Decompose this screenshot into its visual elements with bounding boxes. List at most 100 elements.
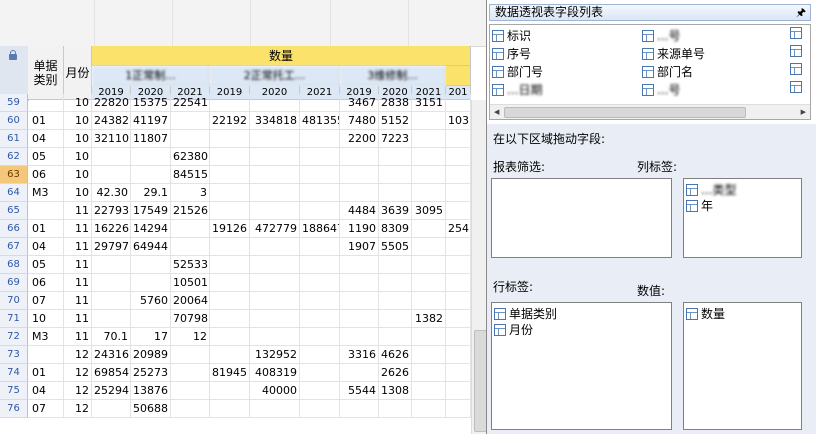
table-cell[interactable]: 04: [28, 130, 64, 148]
row-header[interactable]: 75: [0, 382, 28, 400]
column-item[interactable]: 年: [686, 197, 713, 214]
table-cell[interactable]: 42.30: [92, 184, 131, 202]
table-cell[interactable]: [412, 292, 446, 310]
table-cell[interactable]: [131, 274, 171, 292]
table-cell[interactable]: 04: [28, 382, 64, 400]
table-cell[interactable]: [171, 382, 210, 400]
table-cell[interactable]: [412, 130, 446, 148]
table-cell[interactable]: 64944: [131, 238, 171, 256]
table-cell[interactable]: [92, 148, 131, 166]
table-cell[interactable]: 12: [171, 328, 210, 346]
table-cell[interactable]: [171, 238, 210, 256]
vertical-scrollbar[interactable]: [471, 100, 486, 434]
table-cell[interactable]: [446, 382, 471, 400]
table-cell[interactable]: 70798: [171, 310, 210, 328]
table-cell[interactable]: [171, 364, 210, 382]
table-cell[interactable]: 20064: [171, 292, 210, 310]
table-cell[interactable]: [131, 310, 171, 328]
header-doc-type[interactable]: 单据类别: [28, 46, 64, 100]
table-cell[interactable]: [446, 400, 471, 418]
table-cell[interactable]: [412, 364, 446, 382]
field-item[interactable]: 部门号: [492, 63, 543, 80]
table-cell[interactable]: 62380: [171, 148, 210, 166]
table-cell[interactable]: [210, 256, 250, 274]
table-cell[interactable]: [210, 148, 250, 166]
field-item[interactable]: [790, 63, 805, 75]
table-cell[interactable]: [446, 274, 471, 292]
table-cell[interactable]: [340, 148, 379, 166]
table-cell[interactable]: [340, 274, 379, 292]
header-month[interactable]: 月份: [64, 46, 92, 100]
table-cell[interactable]: [250, 148, 300, 166]
table-cell[interactable]: [210, 310, 250, 328]
filter-zone[interactable]: [491, 178, 672, 258]
header-group-3[interactable]: 3维修制...: [340, 66, 446, 86]
select-all-corner[interactable]: [0, 46, 29, 101]
table-cell[interactable]: [250, 400, 300, 418]
table-cell[interactable]: 07: [28, 400, 64, 418]
table-cell[interactable]: 11: [64, 220, 92, 238]
table-cell[interactable]: [300, 292, 340, 310]
table-cell[interactable]: [300, 202, 340, 220]
table-cell[interactable]: [412, 256, 446, 274]
table-cell[interactable]: 11: [64, 328, 92, 346]
table-cell[interactable]: 11: [64, 292, 92, 310]
table-cell[interactable]: [300, 166, 340, 184]
table-cell[interactable]: [446, 94, 471, 112]
table-cell[interactable]: 254: [446, 220, 471, 238]
table-cell[interactable]: 06: [28, 274, 64, 292]
row-header[interactable]: 68: [0, 256, 28, 274]
table-cell[interactable]: [92, 292, 131, 310]
header-group-1[interactable]: 1正常制...: [92, 66, 210, 86]
table-cell[interactable]: 10: [64, 148, 92, 166]
table-cell[interactable]: 1907: [340, 238, 379, 256]
table-cell[interactable]: [131, 166, 171, 184]
table-cell[interactable]: 01: [28, 220, 64, 238]
hscroll-thumb[interactable]: [504, 107, 746, 118]
table-cell[interactable]: [446, 310, 471, 328]
table-cell[interactable]: [210, 130, 250, 148]
row-item[interactable]: 单据类别: [494, 305, 557, 322]
table-cell[interactable]: 25294: [92, 382, 131, 400]
table-cell[interactable]: [250, 310, 300, 328]
table-cell[interactable]: [446, 148, 471, 166]
table-cell[interactable]: [300, 256, 340, 274]
table-cell[interactable]: [379, 292, 412, 310]
table-cell[interactable]: 11: [64, 238, 92, 256]
table-cell[interactable]: 50688: [131, 400, 171, 418]
table-cell[interactable]: [131, 256, 171, 274]
row-header[interactable]: 70: [0, 292, 28, 310]
table-cell[interactable]: 41197: [131, 112, 171, 130]
table-cell[interactable]: [379, 400, 412, 418]
table-cell[interactable]: 5544: [340, 382, 379, 400]
table-cell[interactable]: 07: [28, 292, 64, 310]
row-header[interactable]: 71: [0, 310, 28, 328]
table-cell[interactable]: 3467: [340, 94, 379, 112]
table-cell[interactable]: 11: [64, 256, 92, 274]
table-cell[interactable]: 4484: [340, 202, 379, 220]
table-cell[interactable]: [300, 310, 340, 328]
table-cell[interactable]: [250, 238, 300, 256]
table-cell[interactable]: 52533: [171, 256, 210, 274]
table-cell[interactable]: [300, 382, 340, 400]
table-cell[interactable]: 132952: [250, 346, 300, 364]
table-cell[interactable]: [250, 328, 300, 346]
table-cell[interactable]: [300, 364, 340, 382]
table-cell[interactable]: [340, 364, 379, 382]
table-cell[interactable]: [412, 400, 446, 418]
row-header[interactable]: 73: [0, 346, 28, 364]
table-cell[interactable]: 69854: [92, 364, 131, 382]
row-header[interactable]: 63: [0, 166, 28, 184]
table-cell[interactable]: [300, 238, 340, 256]
row-header[interactable]: 59: [0, 94, 28, 112]
table-cell[interactable]: 81945: [210, 364, 250, 382]
table-cell[interactable]: [379, 256, 412, 274]
table-cell[interactable]: [340, 310, 379, 328]
table-cell[interactable]: M3: [28, 328, 64, 346]
table-cell[interactable]: 22541: [171, 94, 210, 112]
table-cell[interactable]: [28, 346, 64, 364]
table-cell[interactable]: [250, 184, 300, 202]
table-cell[interactable]: [92, 256, 131, 274]
table-cell[interactable]: [250, 256, 300, 274]
field-item[interactable]: ...号: [642, 81, 680, 98]
